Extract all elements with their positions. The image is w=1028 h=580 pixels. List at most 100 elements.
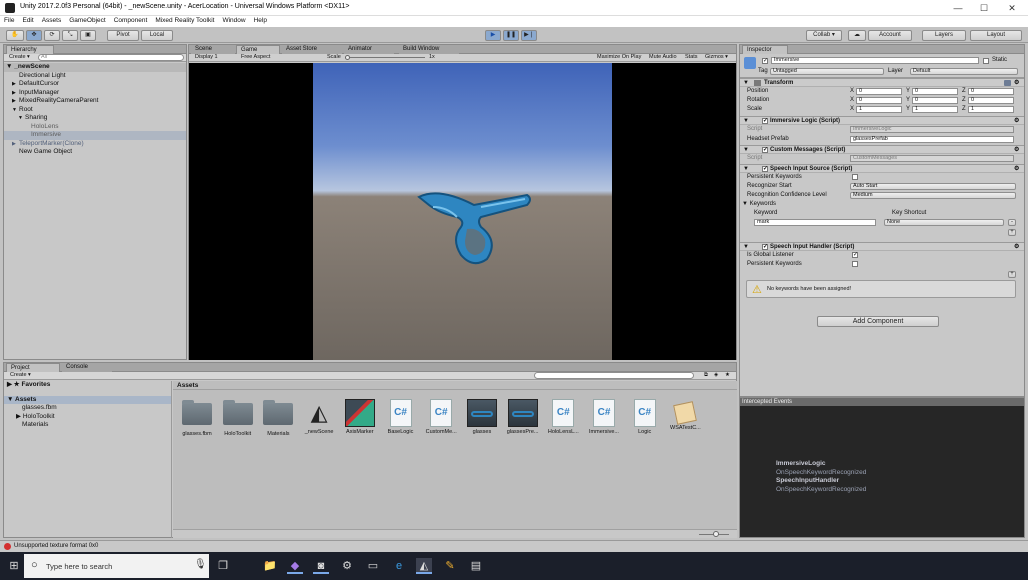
windows-start-icon[interactable]: ⊞ bbox=[6, 558, 22, 574]
menu-component[interactable]: Component bbox=[110, 16, 152, 24]
tab-asset-store[interactable]: Asset Store bbox=[282, 45, 342, 54]
mixed-reality-portal-icon[interactable]: ◙ bbox=[313, 558, 329, 574]
confidence-dropdown[interactable]: Medium bbox=[850, 192, 1016, 199]
persistent-keywords-checkbox[interactable] bbox=[852, 174, 858, 180]
menu-gameobject[interactable]: GameObject bbox=[65, 16, 110, 24]
scale-slider-thumb[interactable] bbox=[345, 55, 350, 60]
tree-item-holotoolkit[interactable]: ▶ HoloToolkit bbox=[4, 413, 171, 422]
pause-button[interactable]: ❚❚ bbox=[503, 30, 519, 41]
asset-item[interactable]: C# CustomMe... bbox=[423, 399, 459, 435]
file-explorer-icon[interactable]: 📁 bbox=[262, 558, 278, 574]
aspect-dropdown[interactable]: Free Aspect bbox=[241, 54, 270, 61]
step-button[interactable]: ▶❘ bbox=[521, 30, 537, 41]
hierarchy-create-button[interactable]: Create ▾ bbox=[9, 54, 30, 61]
paint-icon[interactable]: ✎ bbox=[442, 558, 458, 574]
component-enabled-checkbox[interactable]: ✓ bbox=[762, 118, 768, 124]
label-icon[interactable]: ◈ bbox=[714, 372, 718, 379]
tab-console[interactable]: Console bbox=[62, 363, 112, 372]
scale-tool-icon[interactable]: ⤡ bbox=[62, 30, 78, 41]
scl-x-field[interactable]: 1 bbox=[856, 106, 902, 113]
collab-dropdown[interactable]: Collab ▾ bbox=[806, 30, 842, 41]
tab-inspector[interactable]: Inspector bbox=[742, 45, 788, 54]
static-checkbox[interactable] bbox=[983, 58, 989, 64]
tab-build-window[interactable]: Build Window bbox=[399, 45, 459, 54]
favorites-item[interactable]: ▶ ★ Favorites bbox=[4, 381, 171, 390]
move-tool-icon[interactable]: ✥ bbox=[26, 30, 42, 41]
hierarchy-item[interactable]: ▶ MixedRealityCameraParent bbox=[4, 97, 186, 106]
rect-tool-icon[interactable]: ▣ bbox=[80, 30, 96, 41]
settings-icon[interactable]: ⚙ bbox=[339, 558, 355, 574]
rotate-tool-icon[interactable]: ⟳ bbox=[44, 30, 60, 41]
speech-input-source-header[interactable]: ▼ ✓ Speech Input Source (Script) ⚙ bbox=[740, 164, 1024, 173]
menu-help[interactable]: Help bbox=[250, 16, 271, 24]
asset-item[interactable]: C# HoloLensL... bbox=[545, 399, 581, 435]
asset-item[interactable]: glasses bbox=[464, 399, 500, 435]
asset-item[interactable]: glassesPre... bbox=[505, 399, 541, 435]
mute-audio-toggle[interactable]: Mute Audio bbox=[649, 54, 677, 61]
tag-dropdown[interactable]: Untagged bbox=[770, 68, 884, 75]
cloud-icon[interactable]: ☁ bbox=[848, 30, 866, 41]
unity-icon[interactable]: ◭ bbox=[416, 558, 432, 574]
foldout-icon[interactable]: ▼ bbox=[743, 117, 749, 125]
component-enabled-checkbox[interactable]: ✓ bbox=[762, 244, 768, 250]
menu-window[interactable]: Window bbox=[218, 16, 249, 24]
add-keyword-button[interactable]: + bbox=[1008, 271, 1016, 278]
foldout-icon[interactable]: ▼ bbox=[743, 79, 749, 87]
asset-item[interactable]: C# Logic bbox=[627, 399, 663, 435]
asset-item[interactable]: C# Immersive... bbox=[586, 399, 622, 435]
foldout-icon[interactable]: ▼ bbox=[743, 165, 749, 173]
component-enabled-checkbox[interactable]: ✓ bbox=[762, 166, 768, 172]
hierarchy-expand-arrow[interactable]: ▶ bbox=[12, 97, 19, 106]
tab-scene[interactable]: Scene bbox=[191, 45, 235, 54]
settings-gear-icon[interactable]: ⚙ bbox=[1014, 117, 1019, 125]
asset-item[interactable]: ◭ _newScene bbox=[301, 399, 337, 435]
hierarchy-item[interactable]: Immersive bbox=[4, 131, 186, 140]
help-icon[interactable] bbox=[1004, 80, 1011, 86]
scene-root[interactable]: ▼ _newScene bbox=[4, 63, 186, 72]
scl-z-field[interactable]: 1 bbox=[968, 106, 1014, 113]
keywords-foldout[interactable]: ▼ Keywords bbox=[742, 201, 776, 208]
component-enabled-checkbox[interactable]: ✓ bbox=[762, 147, 768, 153]
taskbar-search-box[interactable]: ○ Type here to search 🎙 bbox=[24, 554, 209, 578]
asset-item[interactable]: Materials bbox=[260, 399, 296, 437]
hierarchy-item[interactable]: New Game Object bbox=[4, 148, 186, 157]
settings-gear-icon[interactable]: ⚙ bbox=[1014, 146, 1019, 154]
minimize-button[interactable]: — bbox=[944, 0, 972, 16]
gizmos-dropdown[interactable]: Gizmos ▾ bbox=[705, 54, 728, 61]
tab-project[interactable]: Project bbox=[6, 363, 60, 372]
scl-y-field[interactable]: 1 bbox=[912, 106, 958, 113]
command-prompt-icon[interactable]: ▭ bbox=[365, 558, 381, 574]
hierarchy-item[interactable]: HoloLens bbox=[4, 123, 186, 132]
tab-animator[interactable]: Animator bbox=[344, 45, 394, 54]
remove-keyword-button[interactable]: - bbox=[1008, 219, 1016, 226]
hierarchy-expand-arrow[interactable]: ▼ bbox=[12, 106, 19, 115]
asset-item[interactable]: glasses.fbm bbox=[179, 399, 215, 437]
custom-messages-header[interactable]: ▼ ✓ Custom Messages (Script) ⚙ bbox=[740, 145, 1024, 154]
immersive-logic-header[interactable]: ▼ ✓ Immersive Logic (Script) ⚙ bbox=[740, 116, 1024, 125]
tree-item-materials[interactable]: Materials bbox=[4, 421, 171, 430]
edge-browser-icon[interactable]: e bbox=[391, 558, 407, 574]
transform-header[interactable]: ▼ Transform ⚙ bbox=[740, 78, 1024, 87]
speech-input-handler-header[interactable]: ▼ ✓ Speech Input Handler (Script) ⚙ bbox=[740, 242, 1024, 251]
star-icon[interactable]: ★ bbox=[725, 372, 730, 379]
asset-item[interactable]: AxisMarker bbox=[342, 399, 378, 435]
layers-dropdown[interactable]: Layers bbox=[922, 30, 966, 41]
layer-dropdown[interactable]: Default bbox=[910, 68, 1018, 75]
recognizer-start-dropdown[interactable]: Auto Start bbox=[850, 183, 1016, 190]
tab-hierarchy[interactable]: Hierarchy bbox=[6, 45, 54, 54]
close-button[interactable]: ✕ bbox=[998, 0, 1026, 16]
hierarchy-expand-arrow[interactable]: ▶ bbox=[12, 80, 19, 89]
task-view-icon[interactable]: ❐ bbox=[215, 558, 231, 574]
status-message[interactable]: Unsupported texture format 0x0 bbox=[14, 543, 98, 550]
project-search-input[interactable] bbox=[534, 372, 694, 379]
hierarchy-item[interactable]: ▶ InputManager bbox=[4, 89, 186, 98]
layout-dropdown[interactable]: Layout bbox=[970, 30, 1022, 41]
pos-x-field[interactable]: 0 bbox=[856, 88, 902, 95]
foldout-icon[interactable]: ▼ bbox=[743, 146, 749, 154]
headset-prefab-field[interactable]: glassesPrefab bbox=[850, 136, 1014, 143]
hierarchy-expand-arrow[interactable]: ▶ bbox=[12, 89, 19, 98]
foldout-icon[interactable]: ▼ bbox=[743, 243, 749, 251]
settings-gear-icon[interactable]: ⚙ bbox=[1014, 79, 1019, 87]
pos-z-field[interactable]: 0 bbox=[968, 88, 1014, 95]
account-dropdown[interactable]: Account bbox=[868, 30, 912, 41]
